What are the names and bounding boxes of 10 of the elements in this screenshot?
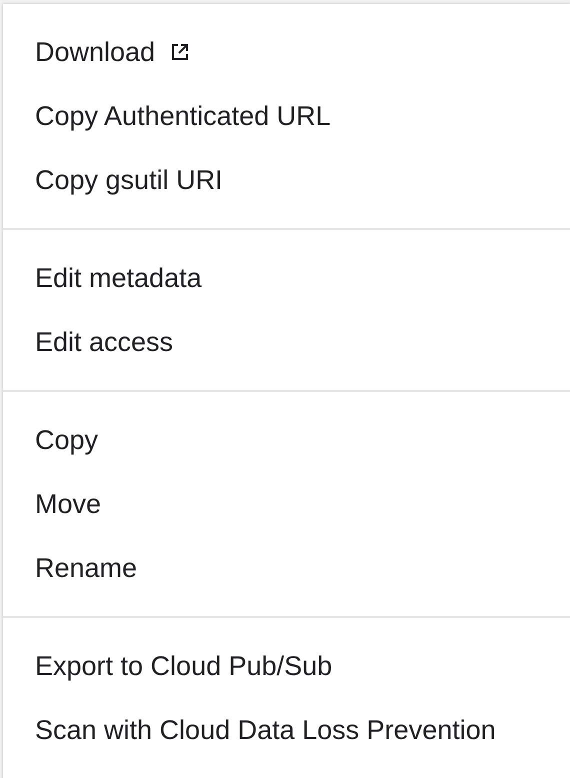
menu-item[interactable]: Export to Cloud Pub/Sub <box>3 634 570 698</box>
menu-item[interactable]: Edit metadata <box>3 246 570 310</box>
menu-item[interactable]: Edit access <box>3 310 570 374</box>
menu-item[interactable]: Copy gsutil URI <box>3 148 570 212</box>
menu-item[interactable]: Download <box>3 20 570 84</box>
menu-item[interactable]: Copy Authenticated URL <box>3 84 570 148</box>
menu-item[interactable]: Copy <box>3 408 570 472</box>
menu-item[interactable]: Move <box>3 472 570 536</box>
menu-item[interactable]: Scan with Cloud Data Loss Prevention <box>3 698 570 762</box>
menu-item[interactable]: Rename <box>3 536 570 600</box>
